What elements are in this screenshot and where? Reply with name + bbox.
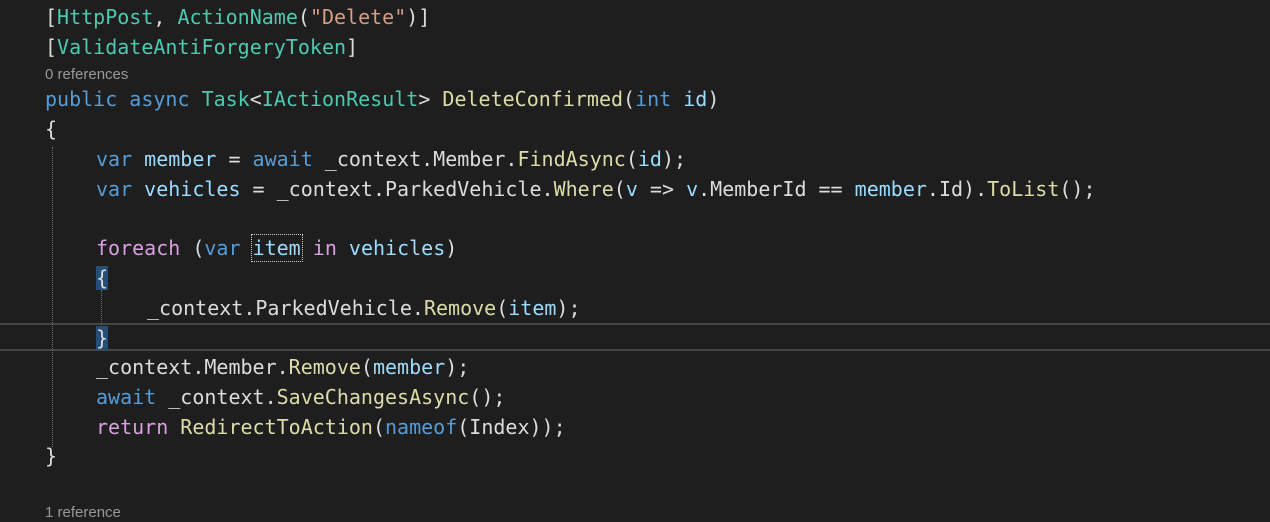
code-line-13: return RedirectToAction(nameof(Index)); [96, 415, 566, 439]
code-line-14: } [45, 444, 58, 468]
indent-guide-method [52, 147, 53, 447]
code-line-7: foreach (var item in vehicles) [96, 234, 458, 262]
code-line-4: { [45, 117, 58, 141]
code-line-12: await _context.SaveChangesAsync(); [96, 385, 506, 409]
code-line-5: var member = await _context.Member.FindA… [96, 147, 687, 171]
code-line-9: _context.ParkedVehicle.Remove(item); [147, 296, 581, 320]
code-line-3: public async Task<IActionResult> DeleteC… [45, 87, 720, 111]
item-variable-highlight[interactable]: item [250, 234, 303, 262]
codelens-references[interactable]: 0 references [45, 66, 128, 84]
codelens-reference[interactable]: 1 reference [45, 504, 121, 522]
code-line-6: var vehicles = _context.ParkedVehicle.Wh… [96, 177, 1096, 201]
code-line-11: _context.Member.Remove(member); [96, 355, 470, 379]
code-line-2: [ValidateAntiForgeryToken] [45, 35, 359, 59]
code-line-8: { [96, 263, 109, 293]
indent-guide-foreach [101, 290, 102, 324]
matched-brace-close: } [96, 326, 109, 350]
code-line-10: } [96, 323, 109, 353]
code-line-1: [HttpPost, ActionName("Delete")] [45, 5, 431, 29]
matched-brace-open: { [96, 266, 109, 290]
current-line-highlight [0, 323, 1270, 351]
